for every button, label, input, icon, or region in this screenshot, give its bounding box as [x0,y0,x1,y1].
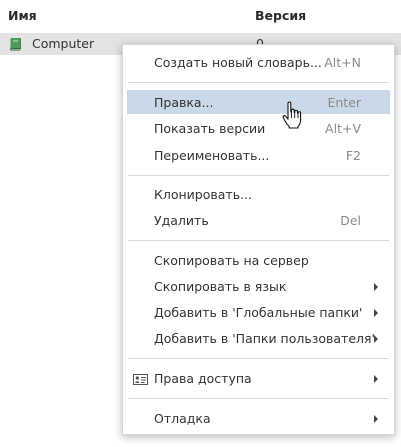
menu-item-shortcut: Alt+V [325,121,361,136]
menu-item-label: Удалить [154,213,209,228]
menu-item-shortcut: Del [340,213,361,228]
menu-item-label: Правка... [154,95,214,110]
chevron-right-icon [374,309,378,317]
menu-item-label: Отладка [154,411,211,426]
chevron-right-icon [374,283,378,291]
menu-item-debug[interactable]: Отладка [127,406,390,430]
screen: Имя Версия Computer 0 Создать новый слов… [0,0,401,447]
book-icon [9,37,22,51]
menu-item-clone[interactable]: Клонировать... [127,182,390,206]
menu-item-copy-to-language[interactable]: Скопировать в язык [127,274,390,298]
menu-item-label: Переименовать... [154,148,270,163]
menu-item-shortcut: Enter [327,95,361,110]
table-header: Имя Версия [0,0,401,32]
row-name-cell: Computer [32,36,95,51]
menu-item-label: Показать версии [154,121,266,136]
menu-separator [128,175,389,176]
chevron-right-icon [374,375,378,383]
context-menu: Создать новый словарь... Alt+N Правка...… [122,44,395,435]
menu-item-add-to-global-folders[interactable]: Добавить в 'Глобальные папки' [127,300,390,324]
hand-cursor-icon [282,101,304,129]
menu-item-label: Создать новый словарь... [154,55,322,70]
menu-item-copy-to-server[interactable]: Скопировать на сервер [127,248,390,272]
menu-separator [128,398,389,399]
menu-item-label: Скопировать в язык [154,279,287,294]
menu-item-shortcut: F2 [345,148,361,163]
menu-item-edit[interactable]: Правка... Enter [127,90,390,114]
menu-item-add-to-user-folders[interactable]: Добавить в 'Папки пользователя' [127,326,390,350]
chevron-right-icon [374,335,378,343]
menu-item-label: Клонировать... [154,187,252,202]
column-header-name[interactable]: Имя [8,8,37,23]
chevron-right-icon [374,415,378,423]
column-header-version[interactable]: Версия [255,8,306,23]
menu-separator [128,358,389,359]
menu-item-show-versions[interactable]: Показать версии Alt+V [127,116,390,140]
menu-item-access-rights[interactable]: Права доступа [127,366,390,390]
menu-item-create-dictionary[interactable]: Создать новый словарь... Alt+N [127,50,390,74]
menu-item-label: Добавить в 'Папки пользователя' [154,331,375,346]
menu-item-rename[interactable]: Переименовать... F2 [127,143,390,167]
menu-item-label: Права доступа [154,371,252,386]
menu-separator [128,240,389,241]
menu-item-label: Добавить в 'Глобальные папки' [154,305,363,320]
menu-item-label: Скопировать на сервер [154,253,309,268]
menu-item-delete[interactable]: Удалить Del [127,208,390,232]
menu-separator [128,82,389,83]
id-card-icon [133,373,148,385]
menu-item-shortcut: Alt+N [324,55,361,70]
